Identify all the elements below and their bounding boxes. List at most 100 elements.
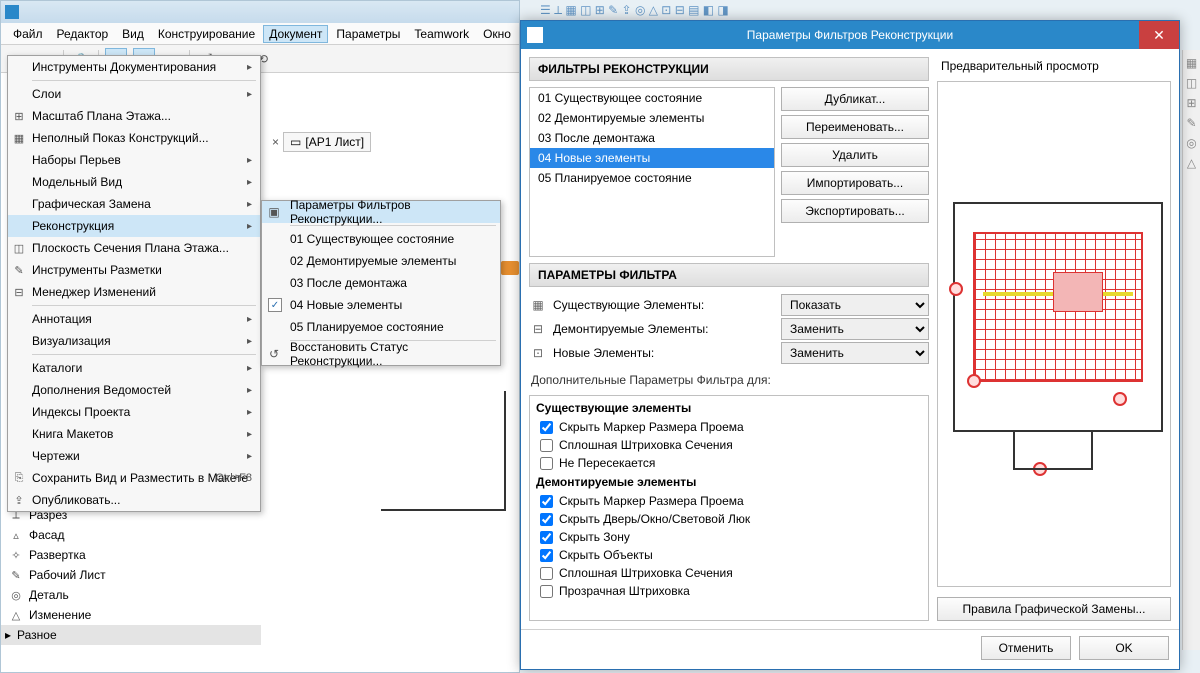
export-button[interactable]: Экспортировать... bbox=[781, 199, 929, 223]
menubar[interactable]: ФайлРедакторВидКонструированиеДокументПа… bbox=[1, 23, 519, 45]
menu-teamwork[interactable]: Teamwork bbox=[408, 25, 475, 43]
submenu-item[interactable]: 05 Планируемое состояние bbox=[262, 316, 500, 338]
param-select[interactable]: Показать bbox=[781, 294, 929, 316]
submenu-item[interactable]: 03 После демонтажа bbox=[262, 272, 500, 294]
menu-item[interactable]: Слои▸ bbox=[8, 83, 260, 105]
filter-list-item[interactable]: 03 После демонтажа bbox=[530, 128, 774, 148]
checklist-item[interactable]: Скрыть Маркер Размера Проема bbox=[534, 418, 924, 436]
checklist-item[interactable]: Прозрачная Штриховка bbox=[534, 582, 924, 600]
checklist-label: Скрыть Зону bbox=[559, 530, 630, 544]
menu-item-label: Графическая Замена bbox=[32, 197, 151, 211]
checklist-label: Не Пересекается bbox=[559, 456, 655, 470]
menu-item[interactable]: Графическая Замена▸ bbox=[8, 193, 260, 215]
checkbox[interactable] bbox=[540, 513, 553, 526]
filter-list-item[interactable]: 01 Существующее состояние bbox=[530, 88, 774, 108]
checkbox[interactable] bbox=[540, 531, 553, 544]
menu-item[interactable]: ⊟Менеджер Изменений bbox=[8, 281, 260, 303]
rename-button[interactable]: Переименовать... bbox=[781, 115, 929, 139]
menu-icon: ⎘ bbox=[12, 471, 26, 485]
menu-item[interactable]: Каталоги▸ bbox=[8, 357, 260, 379]
nav-item[interactable]: ✧Развертка bbox=[1, 545, 261, 565]
submenu-item[interactable]: ✓04 Новые элементы bbox=[262, 294, 500, 316]
checklist-group: Демонтируемые элементы bbox=[534, 472, 924, 492]
tab-close-icon[interactable]: × bbox=[272, 135, 279, 149]
navigator-panel[interactable]: ⟂Разрез▵Фасад✧Развертка✎Рабочий Лист◎Дет… bbox=[1, 501, 261, 649]
menu-icon: ▦ bbox=[12, 131, 26, 145]
submenu-item[interactable]: 01 Существующее состояние bbox=[262, 228, 500, 250]
menu-конструирование[interactable]: Конструирование bbox=[152, 25, 261, 43]
checkbox[interactable] bbox=[540, 439, 553, 452]
submenu-item[interactable]: ↺Восстановить Статус Реконструкции... bbox=[262, 343, 500, 365]
menu-документ[interactable]: Документ bbox=[263, 25, 328, 43]
checkbox[interactable] bbox=[540, 495, 553, 508]
checklist-item[interactable]: Сплошная Штриховка Сечения bbox=[534, 436, 924, 454]
checklist-item[interactable]: Сплошная Штриховка Сечения bbox=[534, 564, 924, 582]
menu-item[interactable]: ◫Плоскость Сечения Плана Этажа... bbox=[8, 237, 260, 259]
menu-редактор[interactable]: Редактор bbox=[51, 25, 115, 43]
checkbox[interactable] bbox=[540, 567, 553, 580]
menu-item[interactable]: Книга Макетов▸ bbox=[8, 423, 260, 445]
checklist-item[interactable]: Не Пересекается bbox=[534, 454, 924, 472]
submenu-item-label: Восстановить Статус Реконструкции... bbox=[290, 340, 494, 368]
submenu-item[interactable]: 02 Демонтируемые элементы bbox=[262, 250, 500, 272]
menu-item[interactable]: Индексы Проекта▸ bbox=[8, 401, 260, 423]
menu-item[interactable]: ⎘Сохранить Вид и Разместить в МакетеCtrl… bbox=[8, 467, 260, 489]
menu-item[interactable]: Наборы Перьев▸ bbox=[8, 149, 260, 171]
menu-item[interactable]: ⇪Опубликовать... bbox=[8, 489, 260, 511]
checklist-item[interactable]: Скрыть Маркер Размера Проема bbox=[534, 492, 924, 510]
submenu-icon: ▣ bbox=[266, 204, 282, 220]
menu-item[interactable]: Дополнения Ведомостей▸ bbox=[8, 379, 260, 401]
param-select[interactable]: Заменить bbox=[781, 318, 929, 340]
nav-label: Изменение bbox=[29, 608, 91, 622]
checklist-item[interactable]: Скрыть Зону bbox=[534, 528, 924, 546]
menu-item[interactable]: ▦Неполный Показ Конструкций... bbox=[8, 127, 260, 149]
nav-group[interactable]: ▸Разное bbox=[1, 625, 261, 645]
checkbox[interactable] bbox=[540, 457, 553, 470]
checkbox[interactable] bbox=[540, 585, 553, 598]
nav-item[interactable]: ✎Рабочий Лист bbox=[1, 565, 261, 585]
checkbox[interactable] bbox=[540, 549, 553, 562]
filter-list-item[interactable]: 02 Демонтируемые элементы bbox=[530, 108, 774, 128]
menu-item[interactable]: Визуализация▸ bbox=[8, 330, 260, 352]
param-label: Существующие Элементы: bbox=[553, 298, 775, 312]
dialog-close-button[interactable]: ✕ bbox=[1139, 21, 1179, 49]
menu-файл[interactable]: Файл bbox=[7, 25, 49, 43]
menu-item[interactable]: Чертежи▸ bbox=[8, 445, 260, 467]
menu-вид[interactable]: Вид bbox=[116, 25, 150, 43]
submenu-item[interactable]: ▣Параметры Фильтров Реконструкции... bbox=[262, 201, 500, 223]
filter-list[interactable]: 01 Существующее состояние02 Демонтируемы… bbox=[529, 87, 775, 257]
ok-button[interactable]: OK bbox=[1079, 636, 1169, 660]
menu-окно[interactable]: Окно bbox=[477, 25, 517, 43]
menu-icon: ◫ bbox=[12, 241, 26, 255]
canvas-marker bbox=[501, 261, 519, 275]
nav-item[interactable]: ◎Деталь bbox=[1, 585, 261, 605]
import-button[interactable]: Импортировать... bbox=[781, 171, 929, 195]
param-select[interactable]: Заменить bbox=[781, 342, 929, 364]
checklist-item[interactable]: Скрыть Дверь/Окно/Световой Люк bbox=[534, 510, 924, 528]
cancel-button[interactable]: Отменить bbox=[981, 636, 1071, 660]
menu-параметры[interactable]: Параметры bbox=[330, 25, 406, 43]
filter-list-item[interactable]: 04 Новые элементы bbox=[530, 148, 774, 168]
menu-item-label: Масштаб Плана Этажа... bbox=[32, 109, 171, 123]
delete-button[interactable]: Удалить bbox=[781, 143, 929, 167]
dialog-logo-icon bbox=[527, 27, 543, 43]
duplicate-button[interactable]: Дубликат... bbox=[781, 87, 929, 111]
nav-item[interactable]: ▵Фасад bbox=[1, 525, 261, 545]
menu-item[interactable]: Реконструкция▸ bbox=[8, 215, 260, 237]
menu-item[interactable]: ✎Инструменты Разметки bbox=[8, 259, 260, 281]
extra-params-label: Дополнительные Параметры Фильтра для: bbox=[529, 371, 929, 389]
renovation-submenu[interactable]: ▣Параметры Фильтров Реконструкции... 01 С… bbox=[261, 200, 501, 366]
checklist-label: Сплошная Штриховка Сечения bbox=[559, 566, 733, 580]
checklist-item[interactable]: Скрыть Объекты bbox=[534, 546, 924, 564]
checkbox[interactable] bbox=[540, 421, 553, 434]
menu-item[interactable]: Инструменты Документирования▸ bbox=[8, 56, 260, 78]
menu-item[interactable]: Модельный Вид▸ bbox=[8, 171, 260, 193]
filter-checklist[interactable]: Существующие элементыСкрыть Маркер Разме… bbox=[529, 395, 929, 621]
menu-item[interactable]: ⊞Масштаб Плана Этажа... bbox=[8, 105, 260, 127]
tab-ap1[interactable]: ▭ [AP1 Лист] bbox=[283, 132, 371, 152]
menu-item[interactable]: Аннотация▸ bbox=[8, 308, 260, 330]
document-menu[interactable]: Инструменты Документирования▸ Слои▸⊞Масшт… bbox=[7, 55, 261, 512]
filter-list-item[interactable]: 05 Планируемое состояние bbox=[530, 168, 774, 188]
graphic-override-rules-button[interactable]: Правила Графической Замены... bbox=[937, 597, 1171, 621]
nav-item[interactable]: △Изменение bbox=[1, 605, 261, 625]
